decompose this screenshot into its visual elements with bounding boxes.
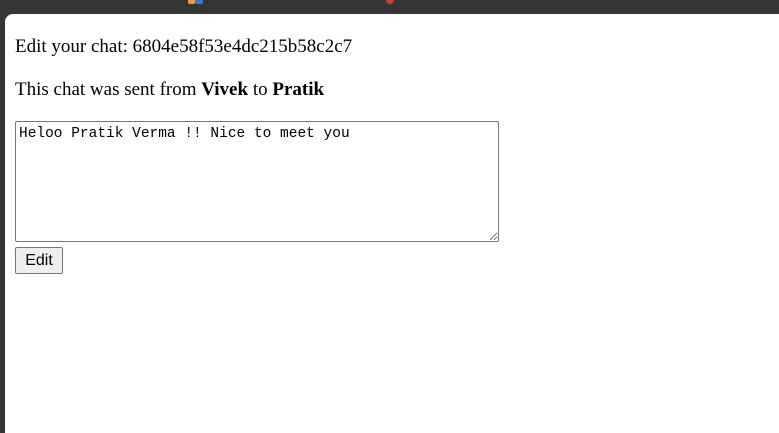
tab-favicon-icon	[195, 0, 203, 4]
sender-name: Vivek	[201, 79, 249, 100]
browser-tab-strip	[0, 0, 779, 14]
sender-info-prefix: This chat was sent from	[15, 79, 197, 100]
receiver-name: Pratik	[272, 79, 325, 100]
sender-info-connector: to	[252, 79, 268, 100]
chat-sender-info: This chat was sent from Vivek to Pratik	[15, 79, 324, 101]
page-title: Edit your chat: 6804e58f53e4dc215b58c2c7	[15, 36, 352, 58]
page-content: Edit your chat: 6804e58f53e4dc215b58c2c7…	[5, 14, 779, 433]
edit-button[interactable]: Edit	[15, 247, 63, 274]
tab-favicon-icon	[188, 0, 195, 4]
chat-id: 6804e58f53e4dc215b58c2c7	[132, 36, 353, 57]
chat-message-textarea[interactable]: Heloo Pratik Verma !! Nice to meet you	[15, 121, 499, 242]
page-title-prefix: Edit your chat:	[15, 36, 128, 57]
tab-close-icon[interactable]	[386, 0, 394, 4]
